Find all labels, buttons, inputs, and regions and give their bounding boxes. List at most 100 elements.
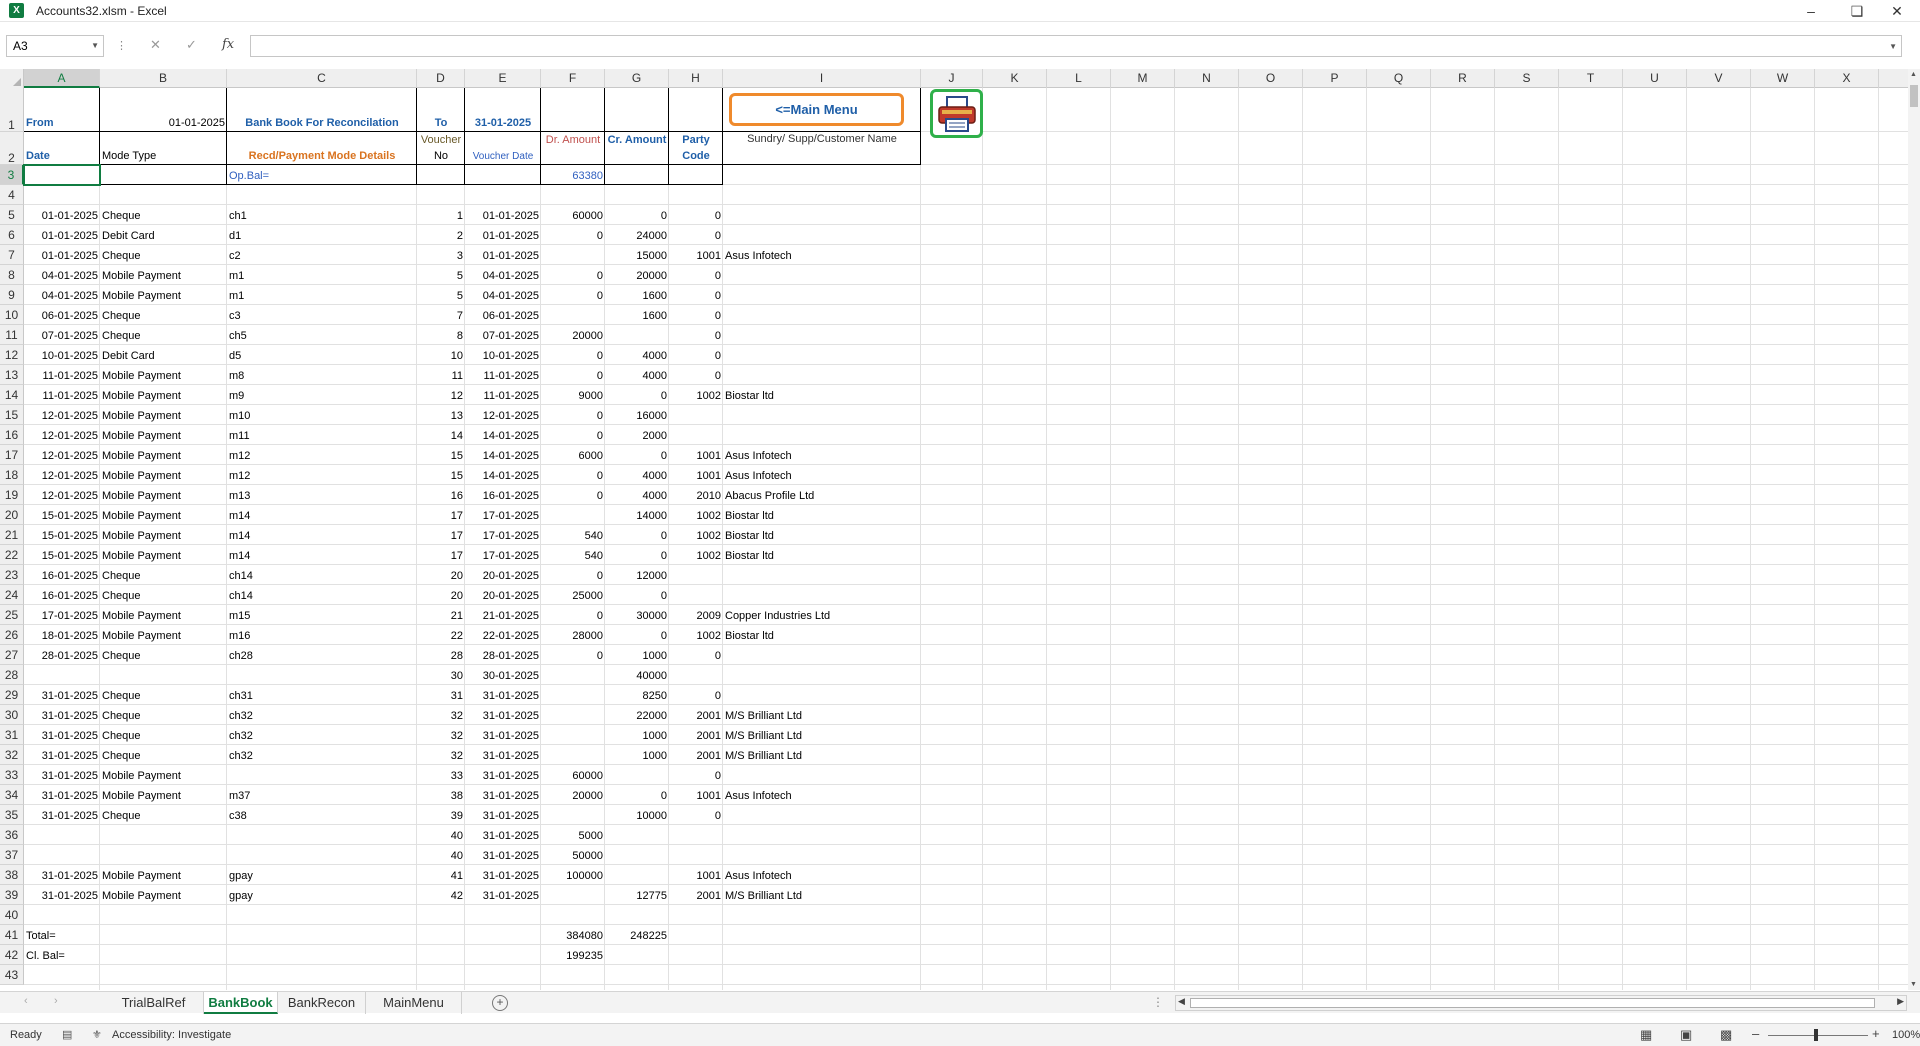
row-header-34[interactable]: 34: [0, 785, 24, 805]
row-header-9[interactable]: 9: [0, 285, 24, 305]
page-break-view-icon[interactable]: ▩: [1720, 1027, 1732, 1043]
zoom-in-icon[interactable]: +: [1872, 1026, 1880, 1041]
page-layout-view-icon[interactable]: ▣: [1680, 1027, 1692, 1043]
row-header-22[interactable]: 22: [0, 545, 24, 565]
horizontal-scrollbar[interactable]: ◀ ▶: [1175, 995, 1907, 1011]
column-header-t[interactable]: T: [1559, 69, 1623, 88]
accessibility-status[interactable]: Accessibility: Investigate: [112, 1029, 231, 1041]
row-header-16[interactable]: 16: [0, 425, 24, 445]
row-header-8[interactable]: 8: [0, 265, 24, 285]
column-header-i[interactable]: I: [723, 69, 921, 88]
tab-trialbalref[interactable]: TrialBalRef: [104, 992, 204, 1014]
column-header-l[interactable]: L: [1047, 69, 1111, 88]
cancel-icon[interactable]: ✕: [150, 37, 161, 53]
active-cell-a3[interactable]: [23, 164, 101, 186]
scroll-down-icon[interactable]: ▼: [1910, 981, 1917, 988]
column-header-f[interactable]: F: [541, 69, 605, 88]
column-header-p[interactable]: P: [1303, 69, 1367, 88]
column-header-k[interactable]: K: [983, 69, 1047, 88]
column-header-u[interactable]: U: [1623, 69, 1687, 88]
row-header-36[interactable]: 36: [0, 825, 24, 845]
column-header-r[interactable]: R: [1431, 69, 1495, 88]
row-header-3[interactable]: 3: [0, 165, 24, 185]
row-header-24[interactable]: 24: [0, 585, 24, 605]
row-header-28[interactable]: 28: [0, 665, 24, 685]
tab-bankrecon[interactable]: BankRecon: [278, 992, 366, 1014]
column-header-n[interactable]: N: [1175, 69, 1239, 88]
column-header-w[interactable]: W: [1751, 69, 1815, 88]
row-header-15[interactable]: 15: [0, 405, 24, 425]
row-header-38[interactable]: 38: [0, 865, 24, 885]
row-header-14[interactable]: 14: [0, 385, 24, 405]
column-header-h[interactable]: H: [669, 69, 723, 88]
column-header-e[interactable]: E: [465, 69, 541, 88]
vertical-scroll-thumb[interactable]: [1910, 85, 1918, 107]
row-header-41[interactable]: 41: [0, 925, 24, 945]
row-header-39[interactable]: 39: [0, 885, 24, 905]
main-menu-button[interactable]: <=Main Menu: [729, 93, 904, 126]
accessibility-icon[interactable]: ⚜: [92, 1028, 102, 1041]
row-header-35[interactable]: 35: [0, 805, 24, 825]
row-header-20[interactable]: 20: [0, 505, 24, 525]
column-header-m[interactable]: M: [1111, 69, 1175, 88]
tab-bankbook[interactable]: BankBook: [204, 992, 278, 1014]
enter-icon[interactable]: ✓: [186, 37, 197, 53]
normal-view-icon[interactable]: ▦: [1640, 1027, 1652, 1043]
tab-mainmenu[interactable]: MainMenu: [366, 992, 462, 1014]
row-header-42[interactable]: 42: [0, 945, 24, 965]
chevron-down-icon[interactable]: ▼: [91, 41, 99, 50]
row-header-4[interactable]: 4: [0, 185, 24, 205]
column-header-c[interactable]: C: [227, 69, 417, 88]
name-box[interactable]: A3 ▼: [6, 35, 104, 57]
row-header-6[interactable]: 6: [0, 225, 24, 245]
row-header-10[interactable]: 10: [0, 305, 24, 325]
add-sheet-icon[interactable]: +: [492, 995, 508, 1011]
row-header-2[interactable]: 2: [0, 132, 24, 165]
column-header-a[interactable]: A: [24, 69, 100, 88]
zoom-slider-thumb[interactable]: [1814, 1029, 1818, 1041]
column-header-x[interactable]: X: [1815, 69, 1879, 88]
more-options-icon[interactable]: ⋮: [116, 39, 127, 52]
zoom-slider[interactable]: [1768, 1035, 1868, 1036]
formula-input[interactable]: ▼: [250, 35, 1902, 57]
row-header-27[interactable]: 27: [0, 645, 24, 665]
scroll-left-icon[interactable]: ◀: [1178, 996, 1185, 1007]
zoom-level[interactable]: 100%: [1892, 1029, 1920, 1041]
row-header-43[interactable]: 43: [0, 965, 24, 985]
row-header-30[interactable]: 30: [0, 705, 24, 725]
spreadsheet-grid[interactable]: ABCDEFGHIJKLMNOPQRSTUVWX 1 2 3 4 5 6 7 8 9 10 11 12…: [0, 69, 1908, 990]
row-header-7[interactable]: 7: [0, 245, 24, 265]
row-header-19[interactable]: 19: [0, 485, 24, 505]
row-header-23[interactable]: 23: [0, 565, 24, 585]
tab-splitter-icon[interactable]: ⋮: [1152, 995, 1164, 1009]
row-header-25[interactable]: 25: [0, 605, 24, 625]
select-all-button[interactable]: [0, 69, 24, 88]
row-header-40[interactable]: 40: [0, 905, 24, 925]
row-header-29[interactable]: 29: [0, 685, 24, 705]
row-header-13[interactable]: 13: [0, 365, 24, 385]
row-header-31[interactable]: 31: [0, 725, 24, 745]
row-header-17[interactable]: 17: [0, 445, 24, 465]
row-header-32[interactable]: 32: [0, 745, 24, 765]
row-header-11[interactable]: 11: [0, 325, 24, 345]
row-header-18[interactable]: 18: [0, 465, 24, 485]
column-header-d[interactable]: D: [417, 69, 465, 88]
column-header-b[interactable]: B: [100, 69, 227, 88]
row-header-37[interactable]: 37: [0, 845, 24, 865]
column-header-s[interactable]: S: [1495, 69, 1559, 88]
row-header-1[interactable]: 1: [0, 88, 24, 132]
tab-scroll-left-icon[interactable]: ‹: [24, 995, 28, 1007]
column-header-q[interactable]: Q: [1367, 69, 1431, 88]
row-header-5[interactable]: 5: [0, 205, 24, 225]
expand-formula-icon[interactable]: ▼: [1889, 42, 1897, 51]
horizontal-scroll-thumb[interactable]: [1190, 998, 1875, 1008]
tab-scroll-right-icon[interactable]: ›: [54, 995, 58, 1007]
vertical-scrollbar[interactable]: ▲ ▼: [1908, 69, 1920, 990]
close-button[interactable]: ✕: [1874, 0, 1920, 22]
scroll-up-icon[interactable]: ▲: [1910, 71, 1917, 78]
row-header-26[interactable]: 26: [0, 625, 24, 645]
column-header-o[interactable]: O: [1239, 69, 1303, 88]
column-header-v[interactable]: V: [1687, 69, 1751, 88]
print-button[interactable]: [930, 89, 983, 138]
insert-function-icon[interactable]: fx: [222, 37, 234, 52]
